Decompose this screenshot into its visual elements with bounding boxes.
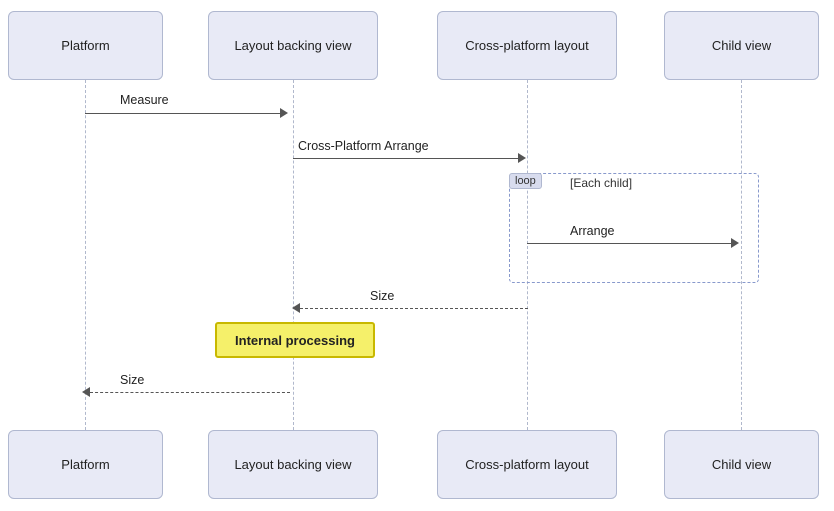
- actor-cross-platform-bottom: Cross-platform layout: [437, 430, 617, 499]
- lifeline-layout-backing: [293, 80, 294, 430]
- arrange-label: Arrange: [570, 224, 614, 238]
- loop-box: [509, 173, 759, 283]
- arrange-line: [527, 243, 734, 244]
- cross-platform-arrange-line: [293, 158, 521, 159]
- size1-label: Size: [370, 289, 394, 303]
- internal-processing-box: Internal processing: [215, 322, 375, 358]
- measure-arrowhead: [280, 108, 288, 118]
- actor-platform-bottom: Platform: [8, 430, 163, 499]
- arrange-arrowhead: [731, 238, 739, 248]
- actor-layout-backing-bottom: Layout backing view: [208, 430, 378, 499]
- size2-label: Size: [120, 373, 144, 387]
- lifeline-platform: [85, 80, 86, 430]
- actor-platform-top: Platform: [8, 11, 163, 80]
- size2-arrowhead: [82, 387, 90, 397]
- size1-arrowhead: [292, 303, 300, 313]
- size2-line: [90, 392, 290, 393]
- actor-child-view-top: Child view: [664, 11, 819, 80]
- actor-child-view-bottom: Child view: [664, 430, 819, 499]
- actor-layout-backing-top: Layout backing view: [208, 11, 378, 80]
- cross-platform-arrange-arrowhead: [518, 153, 526, 163]
- size1-line: [300, 308, 528, 309]
- loop-label: loop: [509, 173, 542, 189]
- measure-line: [85, 113, 283, 114]
- loop-condition: [Each child]: [570, 176, 632, 190]
- actor-cross-platform-top: Cross-platform layout: [437, 11, 617, 80]
- measure-label: Measure: [120, 93, 169, 107]
- cross-platform-arrange-label: Cross-Platform Arrange: [298, 139, 429, 153]
- sequence-diagram: Platform Layout backing view Cross-platf…: [0, 0, 834, 511]
